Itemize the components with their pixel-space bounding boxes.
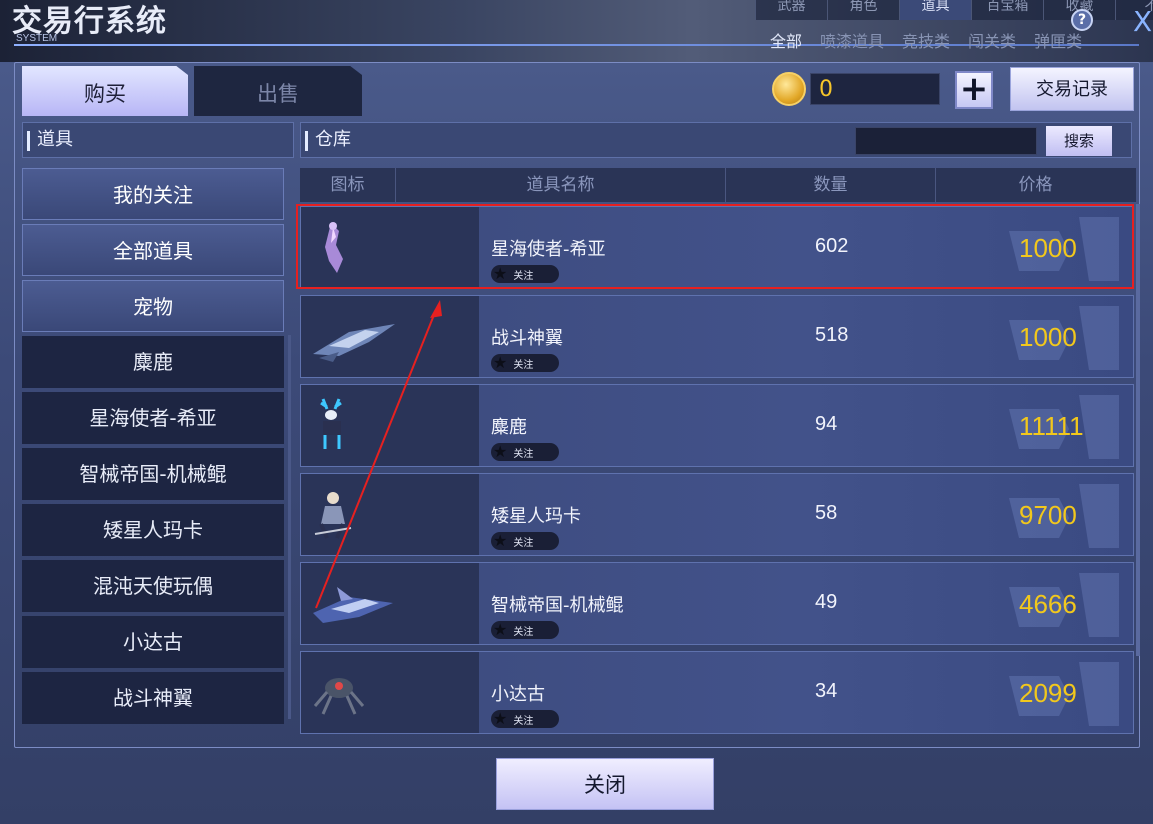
item-name: 矮星人玛卡 (491, 506, 581, 527)
item-quantity: 518 (815, 324, 849, 346)
category-chaos-angel[interactable]: 混沌天使玩偶 (22, 560, 284, 612)
table-scrollbar[interactable] (1136, 204, 1140, 656)
category-my-follows[interactable]: 我的关注 (22, 168, 284, 220)
tab-sell[interactable]: 出售 (194, 66, 362, 116)
star-icon: ★ (493, 620, 508, 639)
category-mech-kun[interactable]: 智械帝国-机械鲲 (22, 448, 284, 500)
row-icon-cell (301, 385, 479, 466)
search-input[interactable] (855, 127, 1037, 155)
starsea-envoy-figure-icon (325, 222, 343, 273)
star-icon: ★ (493, 442, 508, 461)
top-category-tabs: 武器 角色 道具 百宝箱 收藏 不 (755, 0, 1153, 20)
table-row[interactable]: 矮星人玛卡 ★ 关注 58 9700 (300, 473, 1134, 556)
star-icon: ★ (493, 264, 508, 283)
category-list: 我的关注 全部道具 宠物 麋鹿 星海使者-希亚 智械帝国-机械鲲 矮星人玛卡 混… (22, 168, 286, 728)
follow-label: 关注 (513, 715, 534, 727)
follow-button[interactable]: ★ 关注 (491, 532, 559, 550)
close-icon[interactable]: X (1133, 8, 1152, 36)
spider-mech-pet-icon (313, 678, 365, 715)
items-section-header: 道具 (22, 122, 294, 158)
category-pets[interactable]: 宠物 (22, 280, 284, 332)
item-quantity: 602 (815, 235, 849, 257)
follow-button[interactable]: ★ 关注 (491, 443, 559, 461)
item-quantity: 94 (815, 413, 838, 435)
follow-button[interactable]: ★ 关注 (491, 710, 559, 728)
follow-label: 关注 (513, 359, 534, 371)
help-icon[interactable]: ? (1071, 9, 1093, 31)
subtab-magazine[interactable]: 弹匣类 (1034, 28, 1082, 52)
follow-label: 关注 (513, 448, 534, 460)
dwarf-maka-figure-icon (314, 492, 352, 539)
tab-weapons[interactable]: 武器 (755, 0, 827, 20)
follow-button[interactable]: ★ 关注 (491, 354, 559, 372)
item-price: 1000 (1019, 233, 1077, 263)
tab-characters[interactable]: 角色 (827, 0, 899, 20)
category-xiaodagu[interactable]: 小达古 (22, 616, 284, 668)
row-icon-cell (301, 207, 479, 288)
category-starsea-envoy[interactable]: 星海使者-希亚 (22, 392, 284, 444)
row-icon-cell (301, 652, 479, 733)
category-elk[interactable]: 麋鹿 (22, 336, 284, 388)
column-icon: 图标 (330, 175, 365, 195)
table-row[interactable]: 小达古 ★ 关注 34 2099 (300, 651, 1134, 734)
table-header: 图标 道具名称 数量 价格 (300, 168, 1136, 202)
tab-buy[interactable]: 购买 (22, 66, 188, 116)
table-row[interactable]: 战斗神翼 ★ 关注 518 1000 (300, 295, 1134, 378)
category-battle-wing[interactable]: 战斗神翼 (22, 672, 284, 724)
table-row[interactable]: 智械帝国-机械鲲 ★ 关注 49 4666 (300, 562, 1134, 645)
item-price: 9700 (1019, 500, 1077, 530)
item-quantity: 34 (815, 680, 838, 702)
item-name: 小达古 (491, 684, 545, 705)
column-name: 道具名称 (395, 168, 725, 202)
category-scrollbar[interactable] (288, 335, 291, 719)
tab-items[interactable]: 道具 (899, 0, 971, 20)
sub-category-tabs: 全部 喷漆道具 竞技类 闯关类 弹匣类 (770, 28, 1082, 52)
table-row[interactable]: 星海使者-希亚 ★ 关注 602 1000 (300, 206, 1134, 289)
item-quantity: 49 (815, 591, 838, 613)
category-dwarf-maka[interactable]: 矮星人玛卡 (22, 504, 284, 556)
row-icon-cell (301, 474, 479, 555)
column-price: 价格 (935, 168, 1135, 202)
tab-treasure-box[interactable]: 百宝箱 (971, 0, 1043, 20)
follow-label: 关注 (513, 537, 534, 549)
category-all-items[interactable]: 全部道具 (22, 224, 284, 276)
follow-label: 关注 (513, 626, 534, 638)
star-icon: ★ (493, 353, 508, 372)
follow-button[interactable]: ★ 关注 (491, 621, 559, 639)
item-price: 1000 (1019, 322, 1077, 352)
window-subtitle: SYSTEM (16, 33, 58, 44)
item-price: 2099 (1019, 678, 1077, 708)
mech-kun-ship-icon (313, 587, 393, 623)
follow-label: 关注 (513, 270, 534, 282)
battle-wing-ship-icon (313, 324, 395, 362)
item-table: 星海使者-希亚 ★ 关注 602 1000 战斗神翼 ★ 关注 518 1000 (300, 206, 1134, 740)
row-icon-cell (301, 296, 479, 377)
star-icon: ★ (493, 709, 508, 728)
item-price: 4666 (1019, 589, 1077, 619)
item-quantity: 58 (815, 502, 838, 524)
search-button[interactable]: 搜索 (1046, 126, 1112, 156)
subtab-all[interactable]: 全部 (770, 28, 802, 52)
add-currency-button[interactable]: + (955, 71, 993, 109)
subtab-competitive[interactable]: 竞技类 (902, 28, 950, 52)
subtab-spray[interactable]: 喷漆道具 (820, 28, 884, 52)
follow-button[interactable]: ★ 关注 (491, 265, 559, 283)
item-name: 星海使者-希亚 (491, 239, 606, 260)
item-price: 11111 (1019, 411, 1084, 441)
item-name: 战斗神翼 (491, 328, 563, 349)
table-row[interactable]: 麋鹿 ★ 关注 94 11111 (300, 384, 1134, 467)
row-icon-cell (301, 563, 479, 644)
close-button[interactable]: 关闭 (496, 758, 714, 810)
coin-balance: 0 (810, 73, 940, 105)
coin-icon (772, 72, 806, 106)
item-name: 智械帝国-机械鲲 (491, 595, 624, 616)
column-quantity: 数量 (725, 168, 935, 202)
subtab-stage[interactable]: 闯关类 (968, 28, 1016, 52)
elk-pet-icon (320, 398, 342, 449)
star-icon: ★ (493, 531, 508, 550)
item-name: 麋鹿 (491, 417, 527, 438)
trade-record-button[interactable]: 交易记录 (1010, 67, 1134, 111)
